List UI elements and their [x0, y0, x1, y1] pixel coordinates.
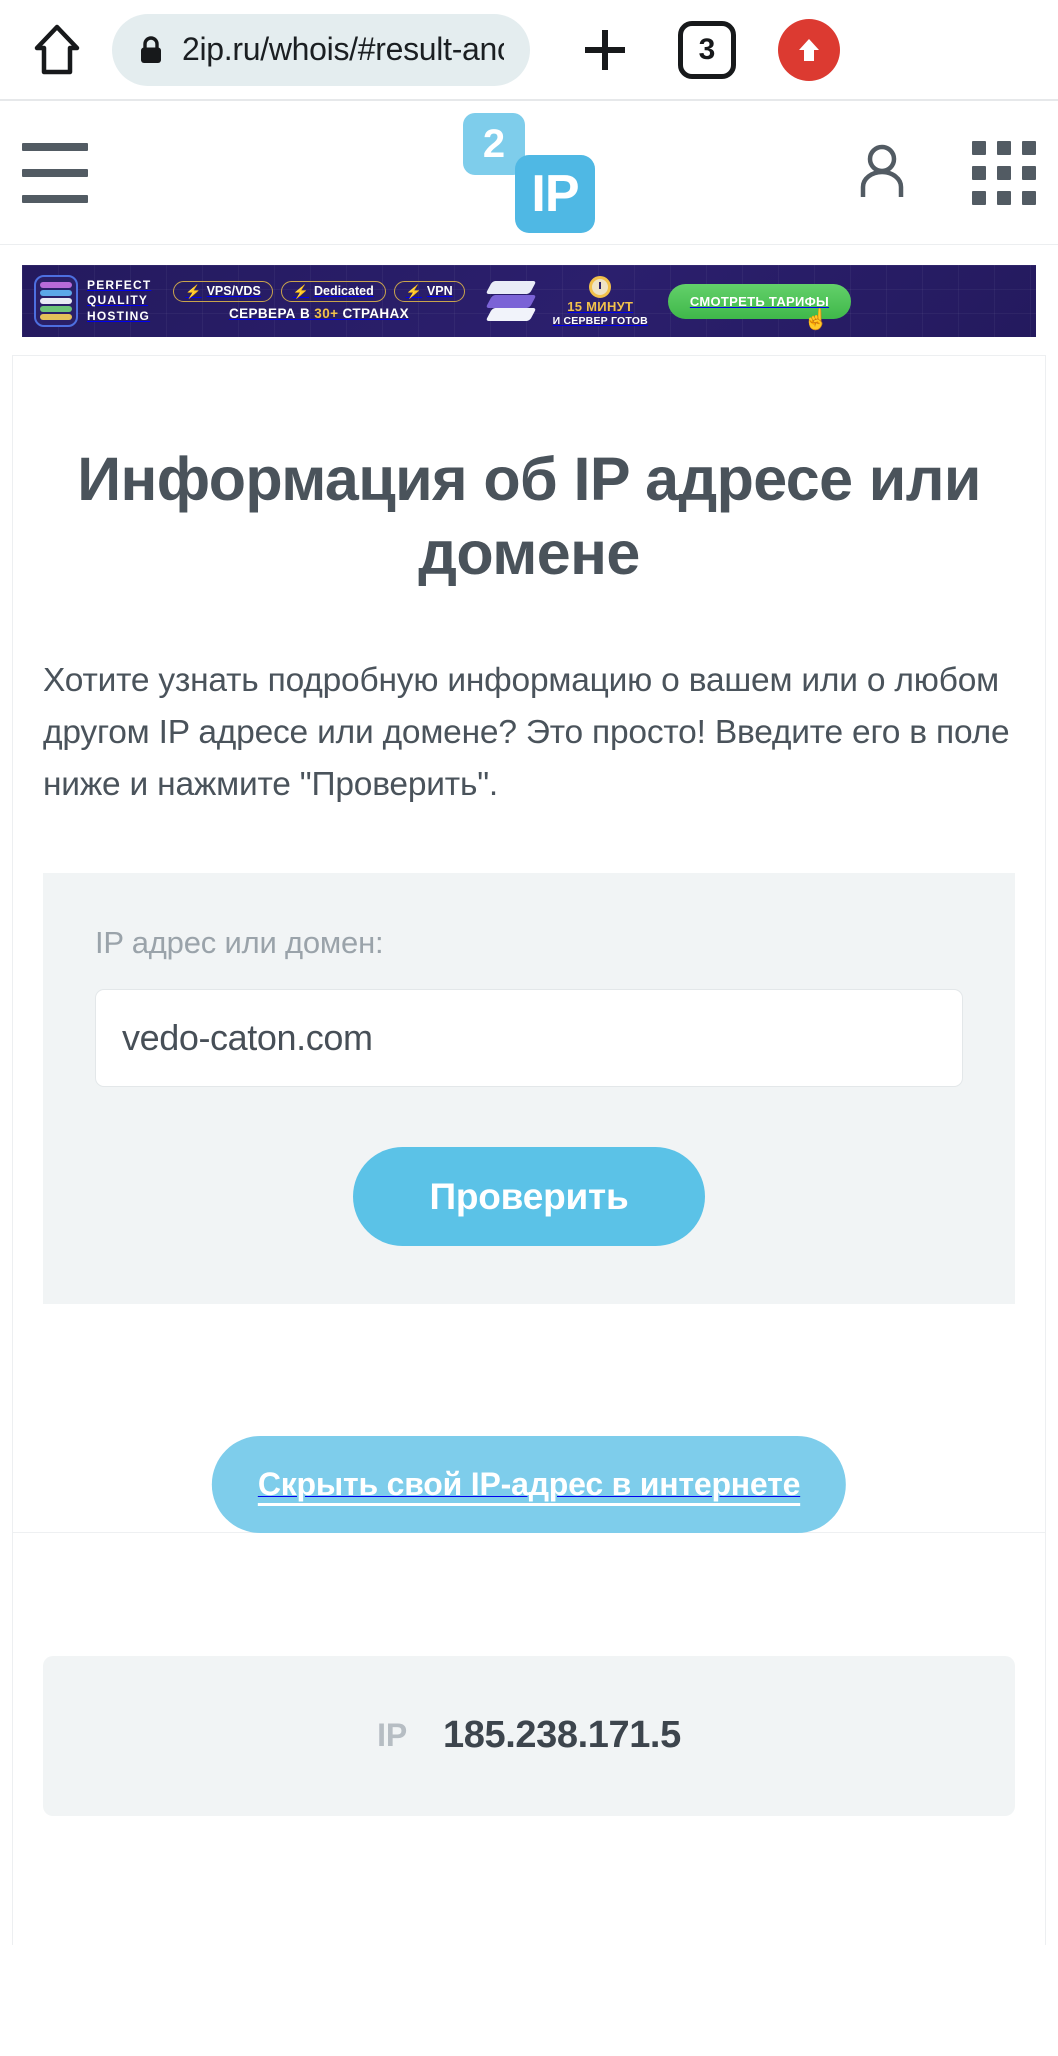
tab-count-label: 3: [698, 32, 716, 66]
hamburger-menu-button[interactable]: [22, 142, 88, 203]
hide-ip-vpn-button[interactable]: Скрыть свой IP-адрес в интернете: [211, 1435, 847, 1533]
main-content-card: Информация об IP адресе или домене Хотит…: [12, 355, 1046, 1945]
lock-icon: [141, 35, 161, 63]
ad-subtitle-prefix: СЕРВЕРА В: [228, 306, 315, 322]
header-actions: [856, 140, 1036, 205]
bolt-icon: ⚡: [185, 284, 202, 299]
bolt-icon: ⚡: [405, 284, 422, 299]
lookup-input-value: vedo-caton.com: [122, 1016, 373, 1058]
submit-row: Проверить: [95, 1146, 963, 1246]
ad-time-subline: И СЕРВЕР ГОТОВ: [552, 314, 648, 327]
server-stack-icon: [485, 277, 539, 325]
grid-apps-icon: [972, 140, 986, 155]
grid-apps-icon: [997, 190, 1011, 205]
lookup-input[interactable]: vedo-caton.com: [95, 988, 963, 1087]
grid-apps-icon: [1022, 190, 1036, 205]
ad-pill-label: VPS/VDS: [206, 283, 261, 298]
ad-banner[interactable]: PERFECT QUALITY HOSTING ⚡ VPS/VDS ⚡ Dedi…: [22, 265, 1036, 337]
logo-badge-ip: IP: [515, 154, 595, 233]
new-tab-button[interactable]: [574, 19, 636, 81]
plus-icon: [585, 29, 625, 70]
user-account-icon: [860, 144, 904, 197]
hamburger-menu-icon: [22, 194, 88, 203]
ad-cta-button[interactable]: СМОТРЕТЬ ТАРИФЫ ☝: [667, 283, 852, 330]
lookup-form-panel: IP адрес или домен: vedo-caton.com Прове…: [43, 872, 1015, 1304]
ad-pill-vpn: ⚡ VPN: [393, 280, 465, 303]
pqhosting-logo-icon: [34, 275, 78, 327]
hamburger-menu-icon: [22, 168, 88, 177]
tab-counter-button[interactable]: 3: [678, 20, 736, 79]
grid-apps-icon: [972, 190, 986, 205]
share-upload-button[interactable]: [778, 18, 840, 81]
ad-subtitle-suffix: СТРАНАХ: [338, 306, 410, 322]
ad-pill-label: Dedicated: [313, 283, 374, 298]
ip-result-panel: IP 185.238.171.5: [43, 1655, 1015, 1816]
vpn-promo-zone: Скрыть свой IP-адрес в интернете: [13, 1414, 1045, 1634]
ad-time-headline: 15 МИНУТ: [567, 298, 634, 314]
home-icon: [34, 24, 80, 74]
site-logo[interactable]: 2 IP: [463, 112, 595, 233]
url-text: 2ip.ru/whois/#result-anch: [182, 31, 504, 67]
ad-banner-container: PERFECT QUALITY HOSTING ⚡ VPS/VDS ⚡ Dedi…: [0, 245, 1058, 355]
grid-apps-icon: [1022, 165, 1036, 180]
home-button[interactable]: [26, 19, 88, 81]
ad-pill-label: VPN: [426, 283, 453, 298]
ad-pill-dedicated: ⚡ Dedicated: [280, 280, 386, 303]
ad-brand-name: PERFECT QUALITY HOSTING: [87, 277, 152, 323]
browser-toolbar: 2ip.ru/whois/#result-anch 3: [0, 0, 1058, 101]
account-button[interactable]: [856, 141, 908, 204]
ad-subtitle-accent: 30+: [314, 306, 339, 322]
ad-cta-label: СМОТРЕТЬ ТАРИФЫ: [689, 293, 830, 309]
grid-apps-icon: [997, 165, 1011, 180]
page-description: Хотите узнать подробную информацию о ваш…: [43, 661, 1010, 803]
check-submit-button[interactable]: Проверить: [353, 1146, 705, 1246]
ad-subtitle: СЕРВЕРА В 30+ СТРАНАХ: [229, 306, 409, 321]
site-header: 2 IP: [0, 101, 1058, 245]
ad-offer-block: ⚡ VPS/VDS ⚡ Dedicated ⚡ VPN СЕРВЕРА В 30…: [173, 280, 465, 321]
clock-icon: [589, 275, 612, 298]
hide-ip-vpn-label: Скрыть свой IP-адрес в интернете: [257, 1465, 801, 1502]
url-bar[interactable]: 2ip.ru/whois/#result-anch: [112, 13, 530, 86]
ad-delivery-time: 15 МИНУТ И СЕРВЕР ГОТОВ: [552, 275, 648, 327]
ad-service-pills: ⚡ VPS/VDS ⚡ Dedicated ⚡ VPN: [173, 280, 465, 303]
ip-result-key: IP: [377, 1717, 408, 1754]
upload-arrow-icon: [799, 38, 819, 61]
page-title: Информация об IP адресе или домене: [77, 445, 981, 588]
cursor-pointer-icon: ☝: [803, 308, 830, 331]
apps-grid-button[interactable]: [972, 140, 1036, 205]
hamburger-menu-icon: [22, 142, 88, 151]
grid-apps-icon: [972, 165, 986, 180]
grid-apps-icon: [997, 140, 1011, 155]
grid-apps-icon: [1022, 140, 1036, 155]
ip-result-value: 185.238.171.5: [443, 1714, 681, 1757]
ad-pill-vps: ⚡ VPS/VDS: [173, 280, 273, 303]
lookup-input-label: IP адрес или домен:: [95, 924, 384, 960]
bolt-icon: ⚡: [292, 284, 309, 299]
